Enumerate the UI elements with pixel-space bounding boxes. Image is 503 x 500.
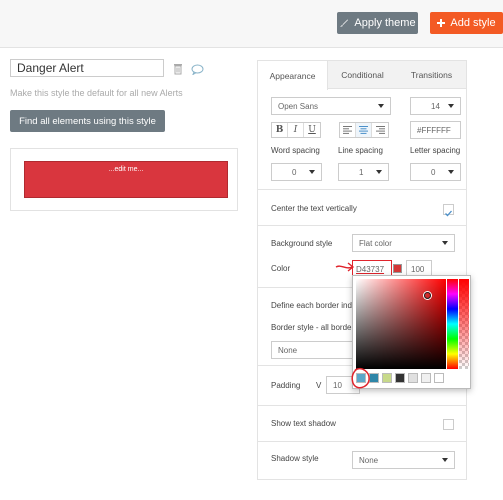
swatch[interactable]	[421, 373, 431, 383]
checkmark-icon	[445, 210, 452, 217]
letter-spacing-select[interactable]: 0	[410, 163, 461, 181]
brush-icon	[339, 18, 349, 28]
section-divider	[258, 225, 466, 226]
tab-transitions[interactable]: Transitions	[397, 61, 466, 88]
align-left-icon[interactable]	[340, 123, 356, 137]
chevron-down-icon	[376, 170, 382, 174]
annotation-circle-icon	[351, 368, 370, 389]
find-elements-button[interactable]: Find all elements using this style	[10, 110, 165, 132]
font-size-value: 14	[431, 101, 440, 111]
line-spacing-select[interactable]: 1	[338, 163, 389, 181]
swatch[interactable]	[382, 373, 392, 383]
top-toolbar	[0, 0, 503, 48]
add-style-label: Add style	[450, 17, 496, 29]
shadow-style-select[interactable]: None	[352, 451, 455, 469]
hue-slider[interactable]	[447, 279, 458, 369]
center-vertically-checkbox[interactable]	[443, 204, 454, 217]
shadow-style-value: None	[359, 455, 379, 465]
alert-preview[interactable]: ...edit me...	[24, 161, 228, 198]
comment-icon[interactable]	[191, 62, 204, 80]
default-style-hint[interactable]: Make this style the default for all new …	[10, 88, 183, 98]
align-center-icon[interactable]	[356, 123, 372, 137]
line-spacing-label: Line spacing	[338, 146, 383, 155]
border-define-label: Define each border inde	[271, 301, 357, 310]
trash-icon[interactable]	[173, 62, 183, 80]
saturation-value-area[interactable]	[356, 279, 446, 369]
swatch[interactable]	[395, 373, 405, 383]
chevron-down-icon	[378, 104, 384, 108]
border-style-value: None	[278, 345, 298, 355]
background-style-value: Flat color	[359, 238, 392, 248]
border-style-label: Border style - all borders	[271, 323, 359, 332]
apply-theme-button[interactable]: Apply theme	[337, 12, 418, 34]
font-family-value: Open Sans	[278, 101, 319, 111]
plus-icon	[437, 19, 446, 27]
apply-theme-label: Apply theme	[354, 17, 416, 29]
color-hex-value: D43737	[356, 264, 385, 274]
annotation-arrow-icon	[335, 262, 355, 272]
style-preview: ...edit me...	[10, 148, 238, 211]
letter-spacing-value: 0	[431, 167, 436, 177]
center-vertically-label: Center the text vertically	[271, 204, 357, 213]
font-size-select[interactable]: 14	[410, 97, 461, 115]
text-format-group: B I U	[271, 122, 321, 138]
text-align-group	[339, 122, 389, 138]
color-swatch[interactable]	[393, 264, 402, 273]
tab-appearance[interactable]: Appearance	[258, 61, 328, 90]
color-label: Color	[271, 264, 291, 273]
chevron-down-icon	[442, 241, 448, 245]
chevron-down-icon	[442, 458, 448, 462]
properties-panel: Appearance Conditional Transitions Open …	[257, 60, 467, 480]
text-shadow-label: Show text shadow	[271, 419, 336, 428]
bold-button[interactable]: B	[272, 123, 288, 137]
background-style-label: Background style	[271, 239, 333, 248]
add-style-button[interactable]: Add style	[430, 12, 503, 34]
italic-button[interactable]: I	[288, 123, 304, 137]
swatch[interactable]	[408, 373, 418, 383]
word-spacing-value: 0	[292, 167, 297, 177]
word-spacing-select[interactable]: 0	[271, 163, 322, 181]
word-spacing-label: Word spacing	[271, 146, 320, 155]
underline-button[interactable]: U	[304, 123, 320, 137]
align-right-icon[interactable]	[372, 123, 388, 137]
padding-label: Padding	[271, 381, 301, 390]
letter-spacing-label: Letter spacing	[410, 146, 461, 155]
section-divider	[258, 441, 466, 442]
alert-preview-text: ...edit me...	[108, 166, 144, 173]
tab-conditional[interactable]: Conditional	[328, 61, 397, 88]
section-divider	[258, 405, 466, 406]
style-name-input[interactable]	[10, 59, 164, 77]
text-shadow-checkbox[interactable]	[443, 419, 454, 430]
chevron-down-icon	[309, 170, 315, 174]
font-color-input[interactable]: #FFFFFF	[410, 121, 461, 139]
background-style-select[interactable]: Flat color	[352, 234, 455, 252]
chevron-down-icon	[448, 170, 454, 174]
panel-tabs: Appearance Conditional Transitions	[258, 61, 466, 90]
line-spacing-value: 1	[359, 167, 364, 177]
font-family-select[interactable]: Open Sans	[271, 97, 391, 115]
shadow-style-label: Shadow style	[271, 454, 319, 463]
section-divider	[258, 189, 466, 190]
picker-handle[interactable]	[424, 292, 431, 299]
chevron-down-icon	[448, 104, 454, 108]
swatch[interactable]	[434, 373, 444, 383]
alpha-slider[interactable]	[459, 279, 469, 369]
padding-v-label: V	[316, 381, 322, 390]
